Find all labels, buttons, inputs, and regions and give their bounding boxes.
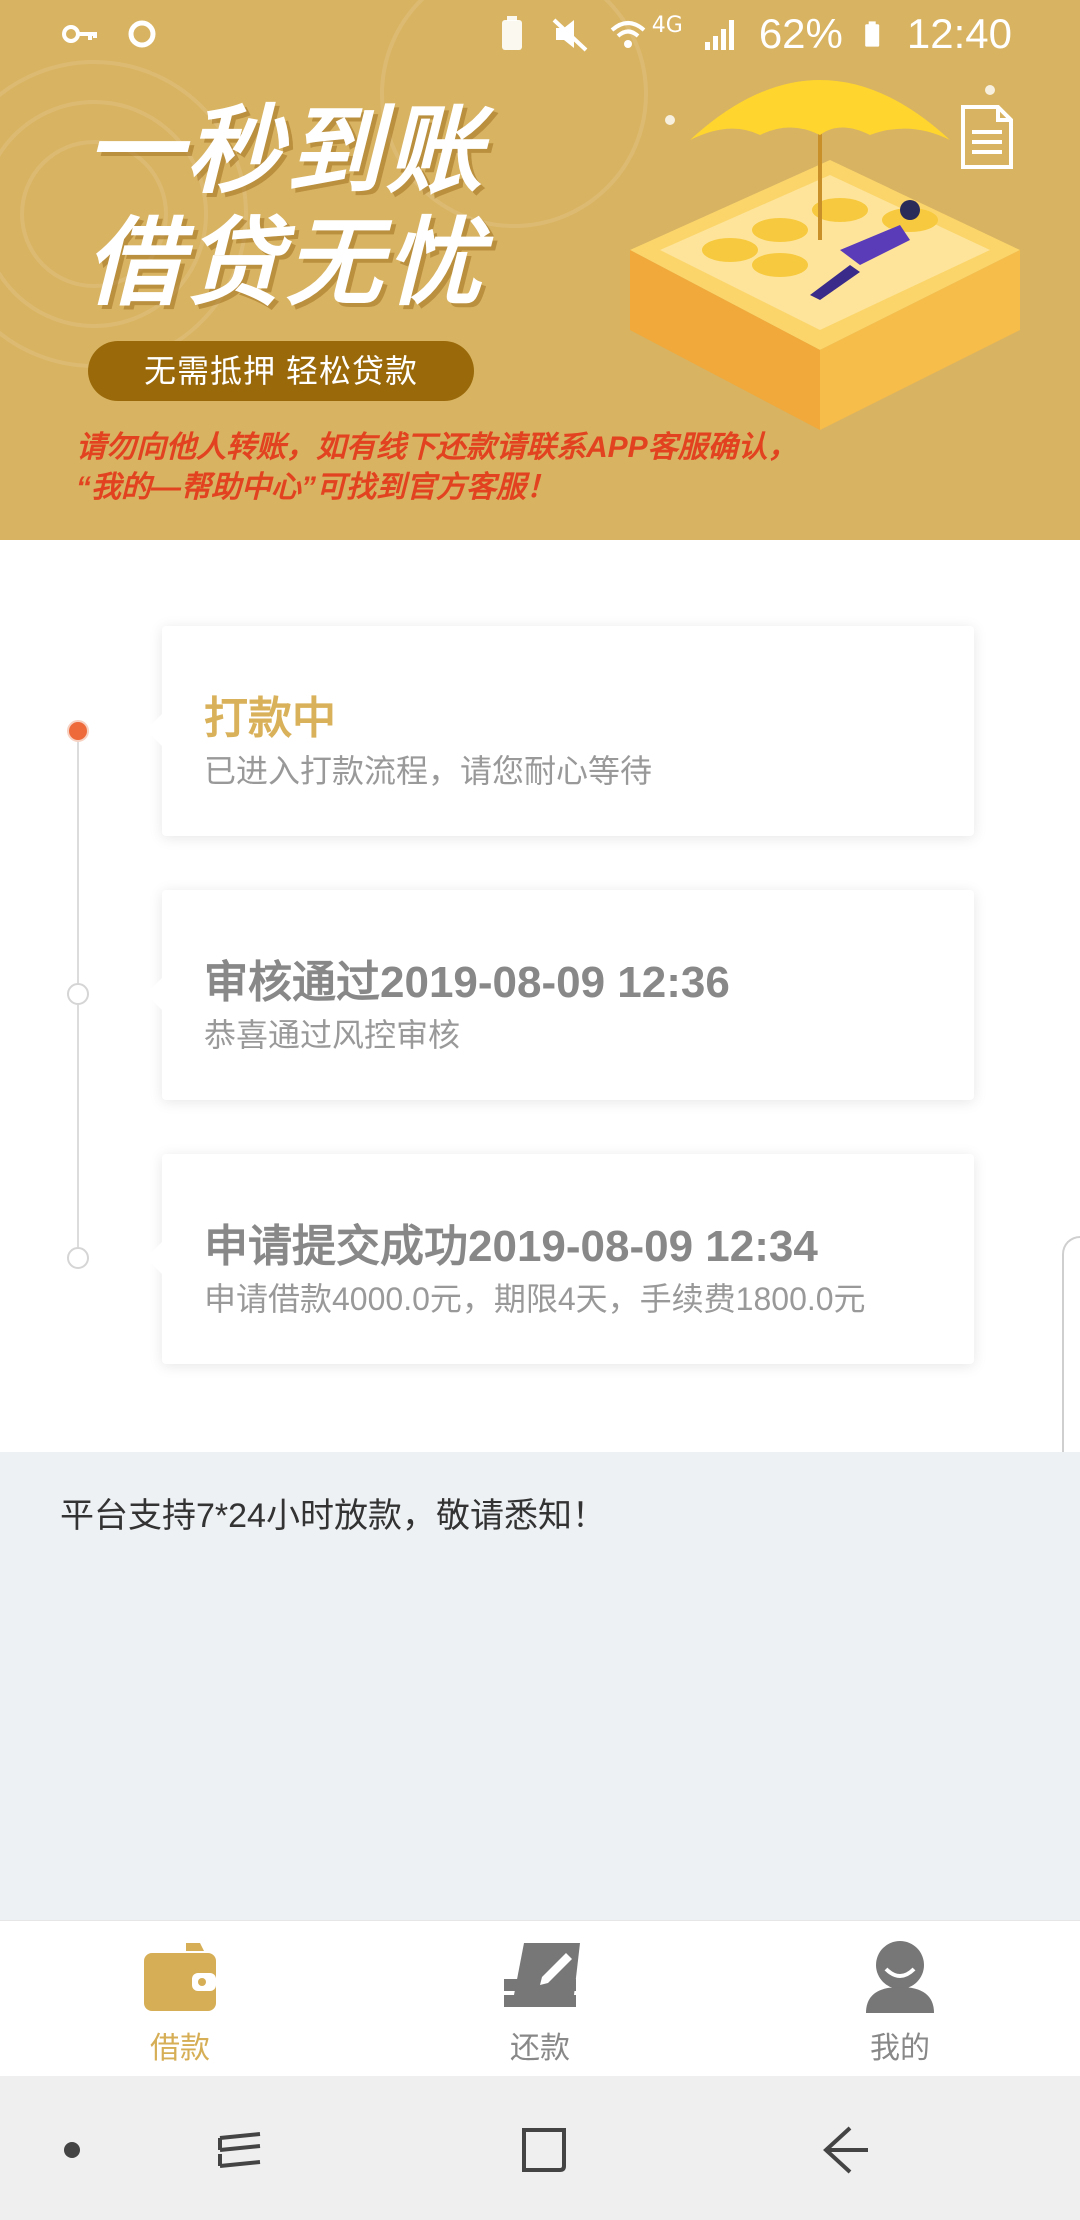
key-icon [62,25,97,43]
timeline-title: 打款中 [204,694,336,743]
notice-text: 平台支持7*24小时放款，敬请悉知！ [60,1497,606,1535]
home-icon[interactable] [514,2120,574,2180]
timeline-subtitle: 申请借款4000.0元，期限4天，手续费1800.0元 [204,1281,866,1317]
back-icon[interactable] [814,2120,874,2180]
tab-borrow[interactable]: 借款 [80,1921,280,2077]
banner-tagline: 无需抵押 轻松贷款 [88,341,474,401]
battery-saver-icon [501,16,522,50]
signal-icon [704,20,734,50]
notice-panel: 平台支持7*24小时放款，敬请悉知！ [0,1452,1080,1920]
headline-line-1: 一秒到账 [86,98,486,205]
network-type: 4G [651,12,683,38]
battery-icon [865,21,880,47]
user-profile-icon [866,1941,934,2013]
timeline-subtitle: 恭喜通过风控审核 [204,1017,461,1053]
banner-headline: 一秒到账 借贷无忧 [86,96,486,320]
timeline-dot [67,1247,89,1269]
system-navigation-bar [0,2076,1080,2220]
tab-repay[interactable]: 还款 [440,1921,640,2077]
warning-line-2: “我的—帮助中心”可找到官方客服！ [76,471,556,504]
mute-icon [552,18,588,52]
warning-line-1: 请勿向他人转账，如有线下还款请联系APP客服确认， [76,431,798,464]
timeline-card-approved: 审核通过2019-08-09 12:36 恭喜通过风控审核 [146,890,974,1100]
timeline-card-submitted: 申请提交成功2019-08-09 12:34 申请借款4000.0元，期限4天，… [146,1154,974,1364]
recent-apps-icon[interactable] [210,2120,270,2180]
headline-line-2: 借贷无忧 [86,210,486,317]
umbrella-coins-illustration [630,80,1020,430]
bottom-tab-bar: 借款 还款 我的 [0,1920,1080,2077]
dot-icon[interactable] [42,2120,102,2180]
repay-card-icon [504,1943,580,2007]
tab-label: 借款 [150,2032,210,2065]
banner-warning: 请勿向他人转账，如有线下还款请联系APP客服确认， “我的—帮助中心”可找到官方… [76,428,976,508]
tab-mine[interactable]: 我的 [800,1921,1000,2077]
timeline-dot-active [67,720,89,742]
promo-banner: 4G 62% 12:40 一秒到账 借贷无忧 无需抵押 轻松贷款 请勿向他人转账… [0,0,1080,540]
wallet-icon [144,1943,216,2011]
wifi-icon [610,21,646,48]
tab-label: 还款 [510,2032,570,2065]
timeline-title: 审核通过2019-08-09 12:36 [204,958,730,1007]
tab-label: 我的 [870,2032,930,2065]
ring-icon [128,20,156,48]
timeline-dot [67,983,89,1005]
timeline-card-paying: 打款中 已进入打款流程，请您耐心等待 [146,626,974,836]
timeline-title: 申请提交成功2019-08-09 12:34 [204,1222,818,1271]
timeline-subtitle: 已进入打款流程，请您耐心等待 [204,753,653,789]
